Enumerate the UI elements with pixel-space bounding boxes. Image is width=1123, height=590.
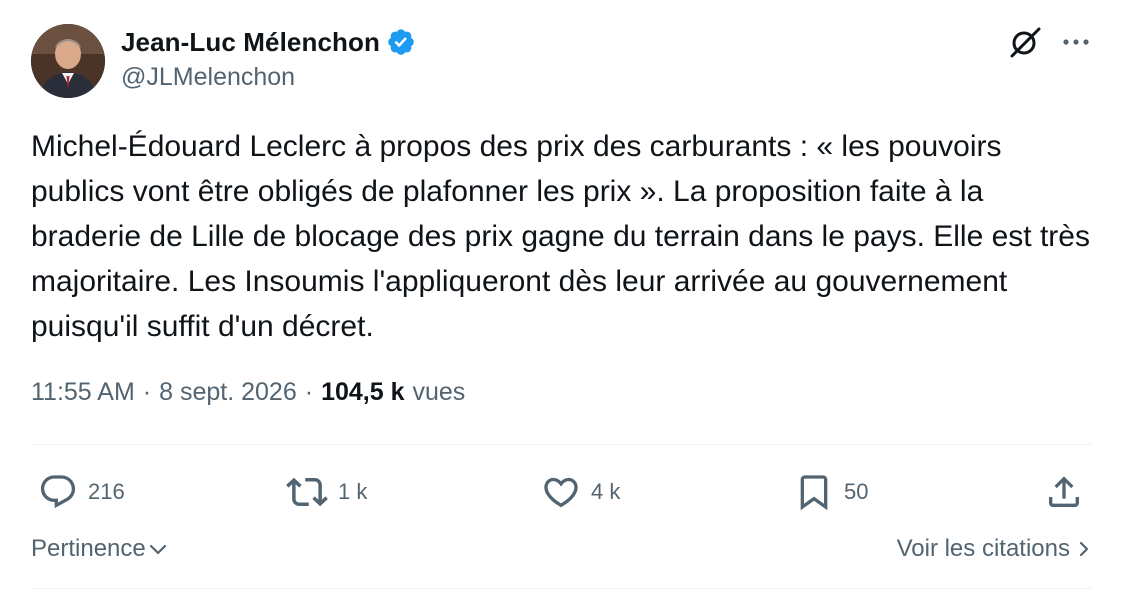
like-count: 4 k bbox=[591, 479, 621, 504]
tweet-meta: 11:55 AM · 8 sept. 2026 · 104,5 k vues bbox=[31, 378, 465, 407]
reply-bubble-icon bbox=[40, 475, 76, 509]
like-button[interactable]: 4 k bbox=[541, 470, 620, 514]
view-quotes-link[interactable]: Voir les citations bbox=[897, 535, 1090, 563]
share-button[interactable] bbox=[1044, 470, 1084, 514]
avatar[interactable] bbox=[31, 24, 105, 98]
bookmark-icon bbox=[800, 475, 828, 511]
reply-button[interactable]: 216 bbox=[38, 470, 125, 514]
sort-dropdown[interactable]: Pertinence bbox=[31, 535, 168, 563]
repost-arrows-icon bbox=[286, 477, 328, 507]
tweet-detail: Jean-Luc Mélenchon @JLMelenchon Michel-É… bbox=[0, 0, 1123, 590]
divider bbox=[31, 444, 1093, 445]
meta-separator: · bbox=[142, 378, 152, 406]
meta-separator: · bbox=[304, 378, 314, 406]
repost-count: 1 k bbox=[338, 479, 368, 504]
avatar-photo bbox=[31, 24, 105, 98]
chevron-down-icon bbox=[148, 542, 168, 556]
share-upload-icon bbox=[1049, 476, 1079, 507]
author-name-row: Jean-Luc Mélenchon bbox=[121, 25, 416, 59]
heart-icon bbox=[544, 477, 578, 508]
repost-button[interactable]: 1 k bbox=[286, 470, 367, 514]
author-handle[interactable]: @JLMelenchon bbox=[121, 63, 295, 92]
tweet-text: Michel-Édouard Leclerc à propos des prix… bbox=[31, 130, 1090, 343]
view-quotes-label: Voir les citations bbox=[896, 535, 1070, 562]
grok-icon[interactable] bbox=[1005, 22, 1045, 62]
chevron-right-icon bbox=[1078, 539, 1090, 559]
bookmark-button[interactable]: 50 bbox=[794, 470, 868, 514]
bookmark-count: 50 bbox=[844, 479, 869, 504]
views-label: vues bbox=[412, 378, 466, 406]
divider bbox=[31, 588, 1093, 589]
verified-badge-icon[interactable] bbox=[386, 27, 416, 57]
more-dots-icon[interactable] bbox=[1056, 22, 1096, 62]
sort-label: Pertinence bbox=[31, 535, 146, 562]
tweet-time[interactable]: 11:55 AM bbox=[31, 378, 135, 407]
views-count: 104,5 k bbox=[321, 378, 405, 406]
tweet-date[interactable]: 8 sept. 2026 bbox=[159, 378, 297, 407]
author-name[interactable]: Jean-Luc Mélenchon bbox=[121, 27, 380, 58]
reply-count: 216 bbox=[88, 479, 125, 504]
